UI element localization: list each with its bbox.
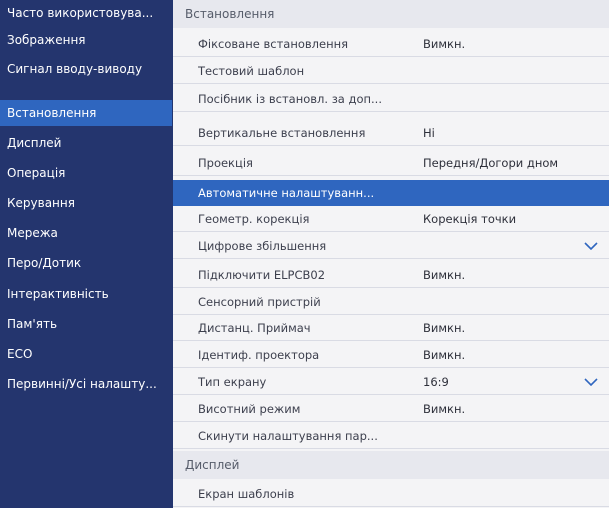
row-screen-type[interactable]: Тип екрану 16:9 — [173, 369, 609, 395]
row-value: Вимкн. — [423, 348, 466, 362]
row-auto-adjust[interactable]: Автоматичне налаштуванн... — [173, 180, 609, 206]
row-geometry-correction[interactable]: Геометр. корекція Корекція точки — [173, 206, 609, 232]
row-projector-id[interactable]: Ідентиф. проектора Вимкн. — [173, 342, 609, 368]
row-label: Підключити ELPCB02 — [198, 268, 326, 282]
row-fixed-installation[interactable]: Фіксоване встановлення Вимкн. — [173, 31, 609, 57]
row-label: Посібник із встановл. за доп... — [198, 92, 382, 106]
row-label: Фіксоване встановлення — [198, 37, 349, 51]
chevron-down-icon[interactable] — [584, 242, 598, 250]
sidebar-item-memory[interactable]: Пам'ять — [0, 311, 172, 337]
row-label: Геометр. корекція — [198, 212, 310, 226]
sidebar-item-eco[interactable]: ECO — [0, 341, 172, 367]
sidebar: Часто використовува... Зображення Сигнал… — [0, 0, 172, 508]
sidebar-item-frequently-used[interactable]: Часто використовува... — [0, 0, 172, 26]
row-value: Вимкн. — [423, 402, 466, 416]
section-header-display: Дисплей — [173, 451, 609, 479]
bottom-margin — [0, 508, 609, 517]
sidebar-item-signal-io[interactable]: Сигнал вводу-виводу — [0, 56, 172, 82]
row-connect-elpcb02[interactable]: Підключити ELPCB02 Вимкн. — [173, 262, 609, 288]
row-label: Тип екрану — [198, 375, 267, 389]
row-label: Висотний режим — [198, 402, 301, 416]
row-value: Вимкн. — [423, 268, 466, 282]
row-label: Тестовий шаблон — [198, 64, 305, 78]
row-label: Ідентиф. проектора — [198, 348, 320, 362]
section-header-installation: Встановлення — [173, 0, 609, 28]
row-pattern-screen[interactable]: Екран шаблонів — [173, 481, 609, 507]
row-label: Дистанц. Приймач — [198, 321, 311, 335]
projector-menu-screen: Часто використовува... Зображення Сигнал… — [0, 0, 609, 508]
row-value: Передня/Догори дном — [423, 156, 559, 170]
row-high-altitude-mode[interactable]: Висотний режим Вимкн. — [173, 396, 609, 422]
row-test-pattern[interactable]: Тестовий шаблон — [173, 58, 609, 84]
chevron-down-icon[interactable] — [584, 378, 598, 386]
row-installation-guide[interactable]: Посібник із встановл. за доп... — [173, 86, 609, 112]
row-value: Вимкн. — [423, 321, 466, 335]
sidebar-item-management[interactable]: Керування — [0, 190, 172, 216]
row-vertical-installation[interactable]: Вертикальне встановлення Ні — [173, 120, 609, 146]
row-label: Цифрове збільшення — [198, 239, 327, 253]
row-value: Вимкн. — [423, 37, 466, 51]
settings-panel: Встановлення Фіксоване встановлення Вимк… — [173, 0, 609, 508]
row-label: Автоматичне налаштуванн... — [198, 186, 375, 200]
row-digital-zoom[interactable]: Цифрове збільшення — [173, 233, 609, 259]
row-label: Скинути налаштування пар... — [198, 429, 378, 443]
row-label: Екран шаблонів — [198, 487, 295, 501]
row-label: Проекція — [198, 156, 253, 170]
row-value: Ні — [423, 126, 435, 140]
sidebar-item-initial-all-settings[interactable]: Первинні/Усі налашту... — [0, 371, 172, 397]
sidebar-item-image[interactable]: Зображення — [0, 27, 172, 53]
row-label: Вертикальне встановлення — [198, 126, 366, 140]
sidebar-item-interactivity[interactable]: Інтерактивність — [0, 281, 172, 307]
sidebar-item-network[interactable]: Мережа — [0, 220, 172, 246]
row-label: Сенсорний пристрій — [198, 295, 321, 309]
row-touch-device[interactable]: Сенсорний пристрій — [173, 289, 609, 315]
sidebar-item-pen-touch[interactable]: Перо/Дотик — [0, 250, 172, 276]
row-value: Корекція точки — [423, 212, 517, 226]
sidebar-item-operation[interactable]: Операція — [0, 160, 172, 186]
sidebar-item-display[interactable]: Дисплей — [0, 130, 172, 156]
row-projection[interactable]: Проекція Передня/Догори дном — [173, 150, 609, 176]
row-reset-settings[interactable]: Скинути налаштування пар... — [173, 423, 609, 449]
sidebar-item-installation[interactable]: Встановлення — [0, 100, 172, 126]
row-value: 16:9 — [423, 375, 449, 389]
row-remote-receiver[interactable]: Дистанц. Приймач Вимкн. — [173, 315, 609, 341]
